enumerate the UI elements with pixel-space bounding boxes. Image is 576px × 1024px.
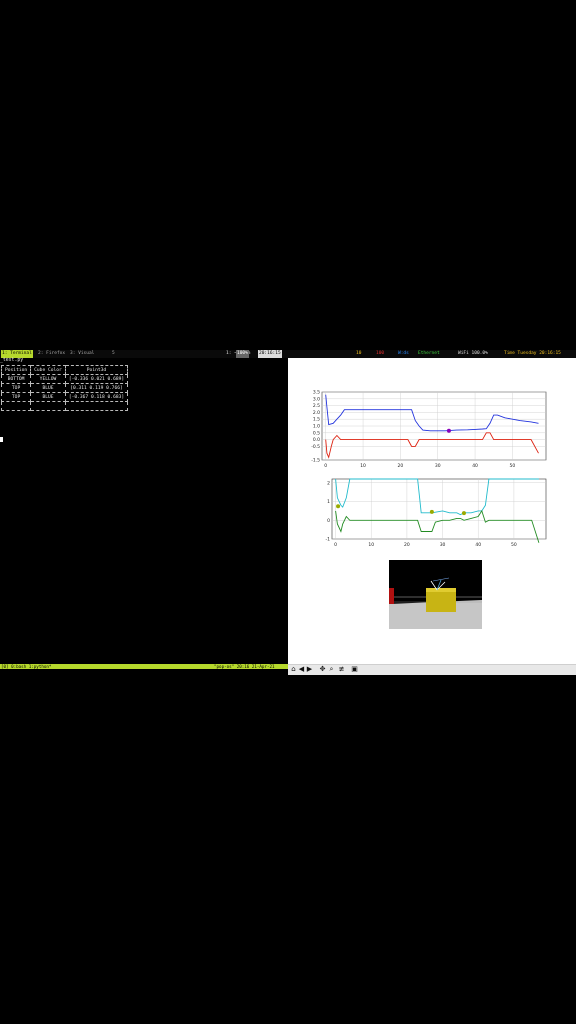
status-item-4: Ethernet [418,351,440,356]
home-icon[interactable]: ⌂ [290,666,297,673]
x-tick-label: 50 [511,542,517,548]
forward-icon[interactable]: ▶ [306,666,313,673]
y-tick-label: 2.0 [313,410,320,416]
camera-image [389,560,482,629]
x-tick-label: 20 [398,463,404,469]
y-tick-label: 1.0 [313,424,320,430]
y-tick-label: 3.0 [313,396,320,402]
tmux-windows[interactable]: [0] 0:bash 1:python* [1,664,51,669]
x-tick-label: 10 [368,542,374,548]
table-cell: [-0.336 0.021 0.689] [64,374,129,384]
x-tick-label: 40 [472,463,478,469]
column-header: Point3d [64,365,129,375]
workspace-5[interactable]: 5 [112,350,115,358]
data-marker [446,428,451,433]
x-tick-label: 20 [404,542,410,548]
table-cell: YELLOW [30,374,66,384]
table-cell: TOP [0,392,32,402]
x-tick-label: 0 [334,542,337,548]
pan-icon[interactable]: ✥ [319,666,326,673]
y-tick-label: 3.5 [313,390,320,396]
status-item-3: W:ds [398,351,409,356]
table-cell [64,401,129,411]
table-cell: BLUE [30,383,66,393]
back-icon[interactable]: ◀ [298,666,305,673]
table-row: BOTTOM YELLOW [-0.336 0.021 0.689] [0,374,129,384]
column-header: Position [0,365,32,375]
status-item-1: 10 [356,351,362,356]
workspace-active[interactable]: 1: Terminal [1,350,33,358]
table-row: TOP BLUE [-0.367 0.118 0.683] [0,392,129,402]
table-cell: BLUE [30,392,66,402]
workspace-3[interactable]: 3: Visual [70,350,94,358]
y-tick-label: 2 [327,480,330,486]
tmux-status-bar: [0] 0:bash 1:python* "pop-os" 20:16 21-A… [0,664,288,669]
y-tick-label: -1.5 [311,458,320,464]
workspace-2[interactable]: 2: Firefox [38,350,65,358]
terminal-title: _test.py [0,358,24,363]
y-tick-label: 0.0 [313,437,320,443]
table-row [0,401,129,411]
x-tick-label: 50 [510,463,516,469]
status-bar: 1: Terminal 2: Firefox 3: Visual 5 1: ~/… [0,350,576,358]
terminal-cursor [0,437,3,442]
x-tick-label: 30 [435,463,441,469]
x-tick-label: 0 [324,463,327,469]
camera-scene [389,560,482,629]
x-tick-label: 10 [360,463,366,469]
table-cell [0,401,32,411]
table-cell: TOP [0,383,32,393]
chart-top: 0 10 20 30 40 50 -1.5 -0.50.00.51.01.52.02.53.0… [311,390,547,469]
status-item-5: WiFi 100.0% [458,351,488,356]
plot-toolbar: ⌂ ◀ ▶ ✥ ⌕ ≢ ▣ [288,664,576,675]
table-cell: BOTTOM [0,374,32,384]
tmux-host-time: "pop-os" 20:16 21-Apr-21 [214,664,275,669]
indicator-box: 100% [236,350,249,358]
y-tick-label: 0 [327,518,330,524]
y-tick-label: -1 [326,537,331,543]
data-marker [336,504,341,509]
column-header: Cube Color [30,365,66,375]
y-tick-label: 1.5 [313,417,320,423]
configure-icon[interactable]: ≢ [338,666,345,673]
zoom-icon[interactable]: ⌕ [328,666,335,673]
side-cube [389,588,394,604]
clock-box: 20:16:15 [258,350,282,358]
table-header-row: Position Cube Color Point3d [0,365,129,375]
table-row: TOP BLUE [0.311 0.119 0.766] [0,383,129,393]
table-cell: [-0.367 0.118 0.683] [64,392,129,402]
x-tick-label: 40 [475,542,481,548]
table-cell: [0.311 0.119 0.766] [64,383,129,393]
terminal-pane[interactable]: _test.py Position Cube Color Point3d BOT… [0,358,288,664]
results-table: Position Cube Color Point3d BOTTOM YELLO… [0,365,129,411]
x-tick-label: 30 [440,542,446,548]
y-tick-label: 0.5 [313,430,320,436]
save-icon[interactable]: ▣ [351,666,358,673]
y-tick-label: 2.5 [313,403,320,409]
chart-bottom: 0 10 20 30 40 50-1012 [326,478,547,548]
y-tick-label: 1 [327,499,330,505]
status-item-6: Time Tuesday 20:16:15 [504,351,561,356]
y-tick-label: -0.5 [311,444,320,450]
data-marker [461,511,466,516]
status-item-2: 100 [376,351,385,356]
data-marker [429,509,434,514]
table-cell [30,401,66,411]
